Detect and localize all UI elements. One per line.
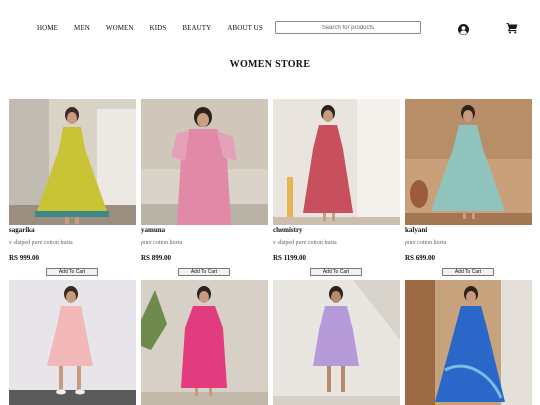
search-input[interactable] <box>275 21 421 34</box>
nav-link-home[interactable]: HOME <box>37 24 58 32</box>
product-image[interactable] <box>141 99 268 225</box>
shopping-cart-icon[interactable] <box>506 21 518 34</box>
nav-link-kids[interactable]: KIDS <box>150 24 167 32</box>
nav-link-men[interactable]: MEN <box>74 24 90 32</box>
product-price: RS 899.00 <box>141 254 171 262</box>
page-title: WOMEN STORE <box>229 59 311 70</box>
add-to-cart-button[interactable]: Add To Cart <box>178 268 230 276</box>
product-name: yamuna <box>141 226 166 234</box>
product-image[interactable] <box>405 280 532 405</box>
add-to-cart-button[interactable]: Add To Cart <box>46 268 98 276</box>
product-image[interactable] <box>273 280 400 405</box>
product-image[interactable] <box>405 99 532 225</box>
product-price: RS 999.00 <box>9 254 39 262</box>
product-image[interactable] <box>9 280 136 405</box>
product-description: v shaped pure cotton kurta <box>273 240 337 246</box>
product-description: pure cotton kurta <box>405 240 446 246</box>
product-description: v shaped pure cotton kurta <box>9 240 73 246</box>
nav-link-women[interactable]: WOMEN <box>106 24 134 32</box>
add-to-cart-button[interactable]: Add To Cart <box>442 268 494 276</box>
user-circle-icon[interactable] <box>458 22 469 35</box>
product-price: RS 699.00 <box>405 254 435 262</box>
add-to-cart-button[interactable]: Add To Cart <box>310 268 362 276</box>
product-name: kalyani <box>405 226 428 234</box>
product-name: sagarika <box>9 226 35 234</box>
nav-link-about-us[interactable]: ABOUT US <box>227 24 262 32</box>
nav-links: HOME MEN WOMEN KIDS BEAUTY ABOUT US <box>37 24 263 32</box>
product-name: chemistry <box>273 226 303 234</box>
product-image[interactable] <box>273 99 400 225</box>
product-image[interactable] <box>9 99 136 225</box>
product-description: pure cotton kurta <box>141 240 182 246</box>
product-price: RS 1199.00 <box>273 254 307 262</box>
navbar: HOME MEN WOMEN KIDS BEAUTY ABOUT US <box>0 0 540 56</box>
nav-link-beauty[interactable]: BEAUTY <box>182 24 211 32</box>
product-image[interactable] <box>141 280 268 405</box>
